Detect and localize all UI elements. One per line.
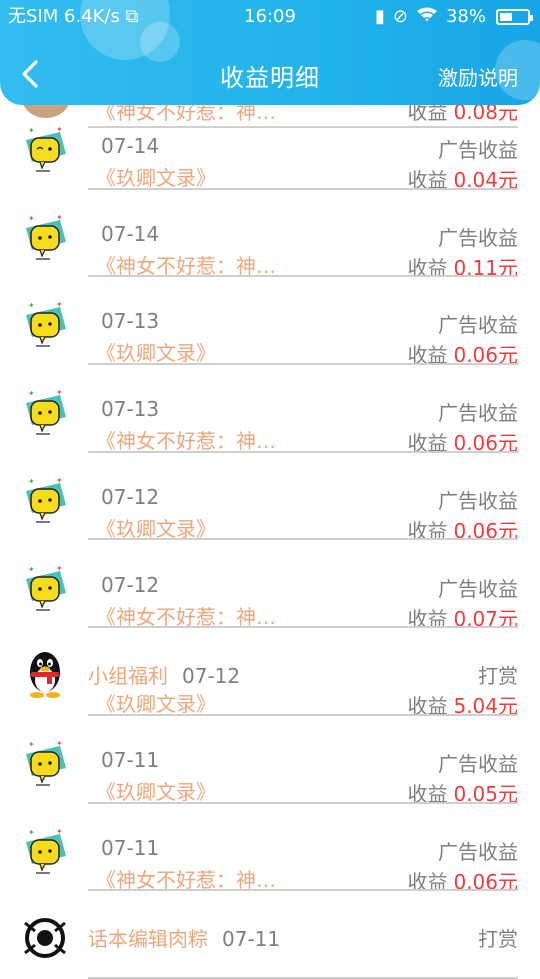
avatar: ✦ ✦ — [20, 387, 70, 437]
svg-text:✦: ✦ — [56, 564, 63, 573]
income-type: 打赏 — [478, 927, 518, 952]
book-title: 《玖卿文录》 — [96, 692, 216, 717]
list-item[interactable]: 话本编辑肉粽 07-11 打赏 — [0, 891, 540, 979]
avatar: ✦ ✦ — [20, 124, 70, 174]
incentive-explanation-link[interactable]: 激励说明 — [438, 62, 518, 91]
svg-text:✦: ✦ — [28, 126, 35, 135]
avatar — [20, 913, 70, 963]
entry-date: 07-14 — [101, 134, 160, 158]
list-item[interactable]: ✦ ✦ 07-12 《神女不好惹：神… 广告收益 收益 0.07元 — [0, 541, 540, 631]
svg-text:✦: ✦ — [28, 301, 35, 310]
app-header: 无SIM 6.4K/s ⧉ 16:09 ▮ ⊘ 38% 收益明细 激励说明 — [0, 0, 540, 105]
book-title: 《神女不好惹：神… — [96, 604, 276, 629]
wifi-icon — [416, 0, 438, 34]
battery-percent: 38% — [445, 6, 486, 27]
charging-icon: ▮ — [374, 6, 385, 27]
income-type: 广告收益 — [438, 225, 518, 250]
book-title: 《神女不好惹：神… — [96, 253, 276, 278]
income-type: 打赏 — [478, 664, 518, 689]
list-item[interactable]: ✦ ✦ 07-12 《玖卿文录》 广告收益 收益 0.06元 — [0, 453, 540, 543]
svg-text:✦: ✦ — [28, 477, 35, 486]
title-bar: 收益明细 激励说明 — [0, 44, 540, 104]
battery-icon — [496, 9, 533, 25]
list-item[interactable]: 小组福利 07-12 《玖卿文录》 打赏 收益 5.04元 — [0, 628, 540, 718]
svg-text:✦: ✦ — [56, 739, 63, 748]
list-item[interactable]: ✦ ✦ 07-14 《玖卿文录》 广告收益 收益 0.04元 — [0, 102, 540, 192]
svg-text:✦: ✦ — [28, 389, 35, 398]
status-bar: 无SIM 6.4K/s ⧉ 16:09 ▮ ⊘ 38% — [0, 0, 540, 34]
entry-date: 07-14 — [101, 221, 160, 246]
book-title: 《玖卿文录》 — [96, 341, 216, 366]
group-name: 话本编辑肉粽 — [88, 927, 208, 952]
svg-text:✦: ✦ — [56, 388, 63, 397]
svg-text:✦: ✦ — [56, 827, 63, 836]
entry-date: 07-12 — [101, 572, 160, 597]
list-item[interactable]: ✦ ✦ 07-14 《神女不好惹：神… 广告收益 收益 0.11元 — [0, 190, 540, 280]
book-title: 《玖卿文录》 — [96, 516, 216, 541]
svg-text:✦: ✦ — [28, 828, 35, 837]
avatar: ✦ ✦ — [20, 826, 70, 876]
book-title: 《玖卿文录》 — [96, 779, 216, 804]
avatar: ✦ ✦ — [20, 738, 70, 788]
avatar: ✦ ✦ — [20, 475, 70, 525]
income-type: 广告收益 — [438, 839, 518, 864]
book-title: 《神女不好惹：神… — [96, 429, 276, 454]
entry-date: 07-13 — [101, 309, 160, 334]
entry-date: 07-12 — [101, 484, 160, 509]
income-type: 广告收益 — [438, 401, 518, 426]
income-type: 广告收益 — [438, 488, 518, 513]
avatar — [20, 650, 70, 700]
entry-date: 07-11 — [101, 747, 160, 772]
income-type: 广告收益 — [438, 576, 518, 601]
svg-text:✦: ✦ — [28, 740, 35, 749]
income-type: 广告收益 — [438, 138, 518, 162]
book-title: 《神女不好惹：神… — [96, 867, 276, 892]
avatar: ✦ ✦ — [20, 299, 70, 349]
avatar: ✦ ✦ — [20, 212, 70, 262]
book-title: 《玖卿文录》 — [96, 166, 216, 190]
svg-text:✦: ✦ — [28, 565, 35, 574]
svg-text:✦: ✦ — [56, 213, 63, 222]
list-item[interactable]: ✦ ✦ 07-13 《玖卿文录》 广告收益 收益 0.06元 — [0, 277, 540, 367]
svg-text:✦: ✦ — [28, 214, 35, 223]
entry-date: 07-13 — [101, 397, 160, 422]
entry-date: 07-12 — [182, 664, 241, 689]
income-type: 广告收益 — [438, 313, 518, 338]
svg-text:✦: ✦ — [56, 300, 63, 309]
group-name: 小组福利 — [88, 664, 168, 689]
list-item[interactable]: ✦ ✦ 07-11 《神女不好惹：神… 广告收益 收益 0.06元 — [0, 804, 540, 894]
income-type: 广告收益 — [438, 751, 518, 776]
list-item[interactable]: ✦ ✦ 07-13 《神女不好惹：神… 广告收益 收益 0.06元 — [0, 365, 540, 455]
svg-text:✦: ✦ — [56, 476, 63, 485]
svg-text:✦: ✦ — [56, 125, 63, 134]
avatar: ✦ ✦ — [20, 563, 70, 613]
mute-icon: ⊘ — [392, 6, 408, 27]
list-item[interactable]: ✦ ✦ 07-11 《玖卿文录》 广告收益 收益 0.05元 — [0, 716, 540, 806]
entry-date: 07-11 — [222, 927, 281, 952]
entry-date: 07-11 — [101, 835, 160, 860]
